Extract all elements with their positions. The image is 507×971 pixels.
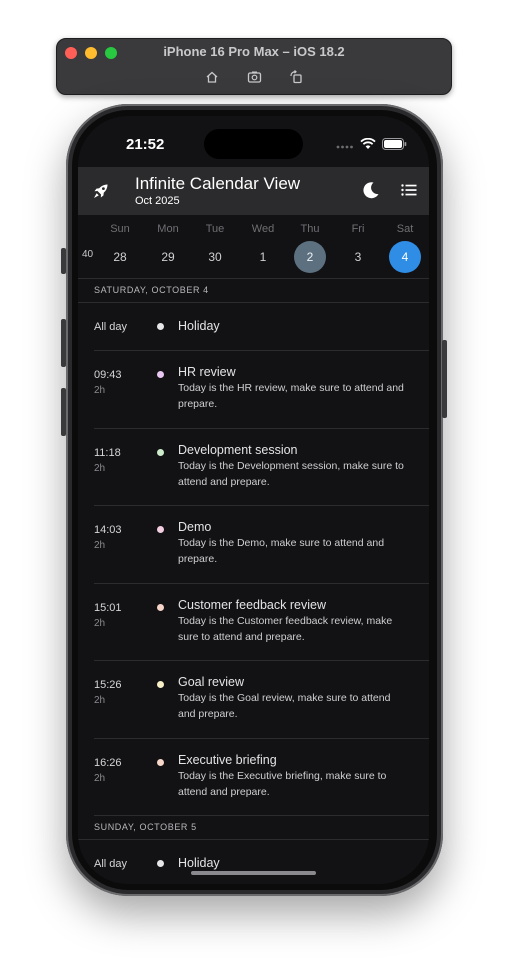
signal-icon xyxy=(336,137,354,155)
event-color-dot xyxy=(157,758,164,766)
home-indicator[interactable] xyxy=(191,871,316,875)
event-title: HR review xyxy=(178,365,236,379)
event-row[interactable]: 14:03 2h Demo Today is the Demo, make sure … xyxy=(94,506,429,584)
event-description: Today is the Executive briefing, make su… xyxy=(178,769,387,798)
section-label: SUNDAY, OCTOBER 5 xyxy=(94,822,197,832)
event-duration: 2h xyxy=(94,540,106,551)
event-row[interactable]: 16:26 2h Executive briefing Today is the Ex… xyxy=(94,739,429,816)
status-time: 21:52 xyxy=(126,136,165,153)
event-color-dot xyxy=(157,526,164,533)
volume-down-button[interactable] xyxy=(61,388,66,436)
app-subtitle-month: Oct 2025 xyxy=(135,195,180,207)
wifi-icon xyxy=(360,137,376,155)
event-title: Executive briefing xyxy=(178,752,277,767)
event-color-dot xyxy=(157,860,164,867)
day-name: Fri xyxy=(351,223,365,235)
day-mon[interactable]: Mon 29 xyxy=(148,215,188,279)
rocket-icon[interactable] xyxy=(90,180,112,202)
event-duration: 2h xyxy=(94,462,106,474)
day-wed[interactable]: Wed 1 xyxy=(243,215,283,279)
event-duration: 2h xyxy=(94,617,106,629)
event-description: Today is the Customer feedback review, m… xyxy=(178,614,393,643)
event-time: 14:03 xyxy=(94,524,122,536)
day-date[interactable]: 30 xyxy=(199,241,231,273)
app-title: Infinite Calendar View xyxy=(135,174,301,193)
day-section-header: SUNDAY, OCTOBER 5 xyxy=(78,816,429,840)
action-button[interactable] xyxy=(61,248,66,274)
day-name: Wed xyxy=(251,223,275,235)
event-row[interactable]: 11:18 2h Development session Today is the D… xyxy=(94,429,429,506)
day-name: Sun xyxy=(110,223,130,235)
event-color-dot xyxy=(157,603,164,611)
event-color-dot xyxy=(157,371,164,378)
event-title: Demo xyxy=(178,520,212,534)
week-strip: 40 Sun 28 Mon 29 Tue 30 Wed 1 Thu 2 Fri 3 Sat 4 xyxy=(78,215,429,279)
simulator-title: iPhone 16 Pro Max – iOS 18.2 xyxy=(163,44,345,59)
day-name: Tue xyxy=(205,223,225,235)
moon-icon[interactable] xyxy=(361,180,381,200)
event-row[interactable]: 15:01 2h Customer feedback review Today is … xyxy=(94,584,429,661)
day-date[interactable]: 29 xyxy=(152,241,184,273)
event-duration: 2h xyxy=(94,385,106,396)
event-description: Today is the Demo, make sure to attend a… xyxy=(178,537,385,565)
simulator-toolbar: iPhone 16 Pro Max – iOS 18.2 xyxy=(56,38,452,95)
event-time: 09:43 xyxy=(94,369,122,381)
screenshot-icon[interactable] xyxy=(244,67,264,87)
event-title: Holiday xyxy=(178,319,220,333)
event-row[interactable]: All day Holiday xyxy=(94,840,429,884)
event-time: All day xyxy=(94,858,128,870)
day-date[interactable]: 4 xyxy=(389,241,421,273)
day-name: Mon xyxy=(157,223,179,235)
day-name: Thu xyxy=(300,223,320,235)
event-description: Today is the Development session, make s… xyxy=(178,459,404,488)
day-name: Sat xyxy=(396,223,414,235)
event-row[interactable]: 09:43 2h HR review Today is the HR review, … xyxy=(94,351,429,429)
event-title: Development session xyxy=(178,442,298,457)
event-time: 15:01 xyxy=(94,601,122,614)
volume-up-button[interactable] xyxy=(61,319,66,367)
event-row[interactable]: 15:26 2h Goal review Today is the Goal revi… xyxy=(94,661,429,739)
day-thu[interactable]: Thu 2 xyxy=(290,215,330,279)
battery-icon xyxy=(382,137,407,155)
day-fri[interactable]: Fri 3 xyxy=(338,215,378,279)
day-sat[interactable]: Sat 4 xyxy=(385,215,425,279)
event-row[interactable]: All day Holiday xyxy=(94,303,429,351)
event-description: Today is the HR review, make sure to att… xyxy=(178,382,404,410)
event-time: 11:18 xyxy=(94,446,121,459)
event-time: 16:26 xyxy=(94,756,122,769)
event-title: Goal review xyxy=(178,675,244,689)
phone-screen: 21:52 Infinite Calendar View Oct 2025 40… xyxy=(78,116,429,884)
app-bar: Infinite Calendar View Oct 2025 xyxy=(78,167,429,215)
day-date[interactable]: 28 xyxy=(104,241,136,273)
day-date[interactable]: 1 xyxy=(247,241,279,273)
event-time: 15:26 xyxy=(94,679,122,691)
event-description: Today is the Goal review, make sure to a… xyxy=(178,692,391,720)
rotate-icon[interactable] xyxy=(286,67,306,87)
day-section-header: SATURDAY, OCTOBER 4 xyxy=(78,279,429,303)
day-sun[interactable]: Sun 28 xyxy=(100,215,140,279)
day-date[interactable]: 2 xyxy=(294,241,326,273)
week-number: 40 xyxy=(82,249,94,260)
section-label: SATURDAY, OCTOBER 4 xyxy=(94,285,209,295)
home-icon[interactable] xyxy=(202,67,222,87)
dynamic-island xyxy=(204,129,303,159)
day-date[interactable]: 3 xyxy=(342,241,374,273)
event-color-dot xyxy=(157,323,164,330)
event-duration: 2h xyxy=(94,695,106,706)
event-title: Customer feedback review xyxy=(178,597,326,612)
event-time: All day xyxy=(94,321,128,333)
event-title: Holiday xyxy=(178,856,220,870)
list-icon[interactable] xyxy=(400,181,418,199)
event-color-dot xyxy=(157,681,164,688)
power-button[interactable] xyxy=(442,340,447,418)
event-color-dot xyxy=(157,448,164,456)
day-tue[interactable]: Tue 30 xyxy=(195,215,235,279)
event-duration: 2h xyxy=(94,772,106,784)
